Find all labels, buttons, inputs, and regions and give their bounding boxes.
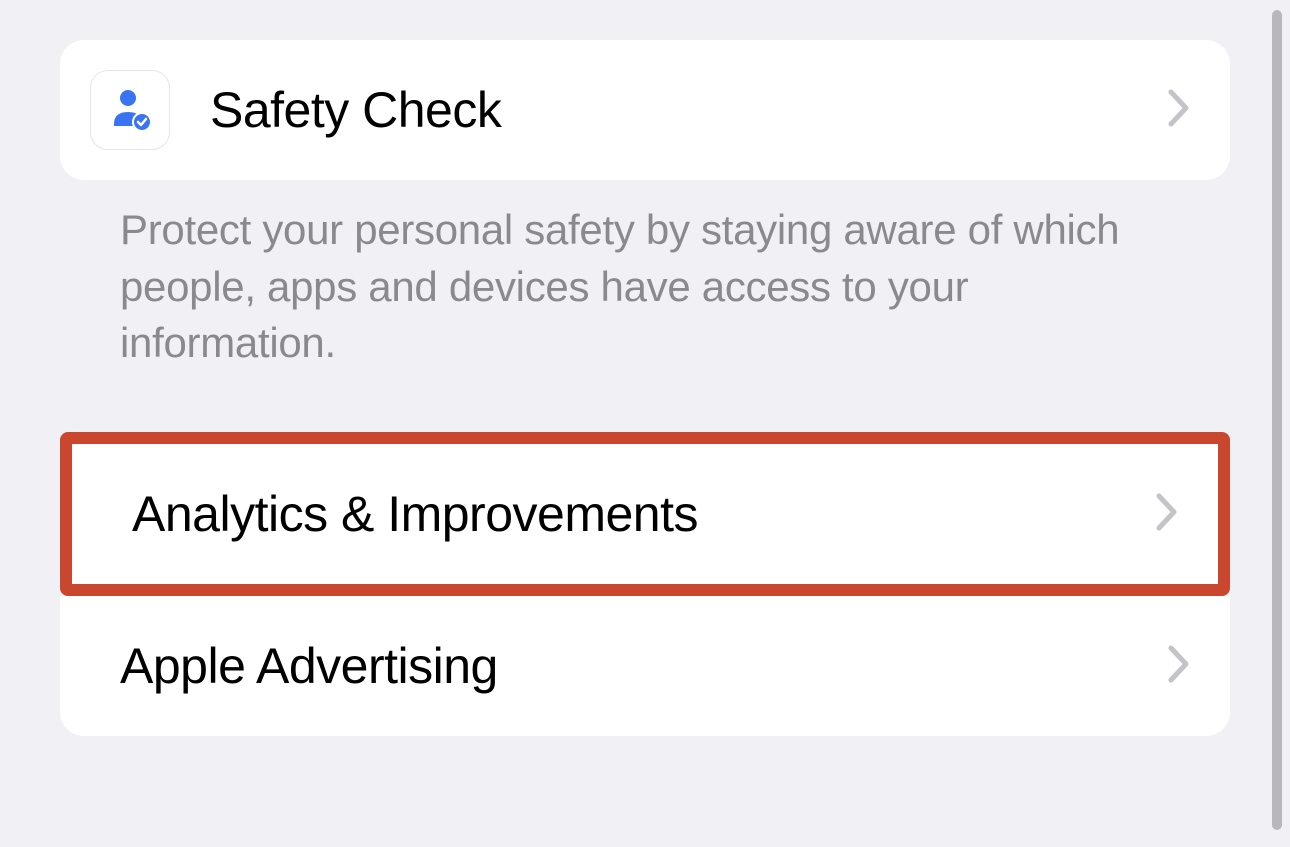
safety-check-section: Safety Check: [60, 40, 1230, 180]
scrollbar[interactable]: [1272, 10, 1282, 830]
safety-check-footer: Protect your personal safety by staying …: [60, 180, 1230, 372]
apple-advertising-row[interactable]: Apple Advertising: [60, 596, 1230, 736]
chevron-right-icon: [1168, 645, 1190, 688]
safety-check-label: Safety Check: [210, 81, 1168, 139]
chevron-right-icon: [1156, 493, 1178, 536]
analytics-highlight: Analytics & Improvements: [60, 432, 1230, 596]
safety-check-icon: [90, 70, 170, 150]
chevron-right-icon: [1168, 89, 1190, 132]
analytics-improvements-row[interactable]: Analytics & Improvements: [72, 444, 1218, 584]
safety-check-row[interactable]: Safety Check: [60, 40, 1230, 180]
apple-advertising-label: Apple Advertising: [120, 637, 1168, 695]
analytics-improvements-label: Analytics & Improvements: [132, 485, 1156, 543]
